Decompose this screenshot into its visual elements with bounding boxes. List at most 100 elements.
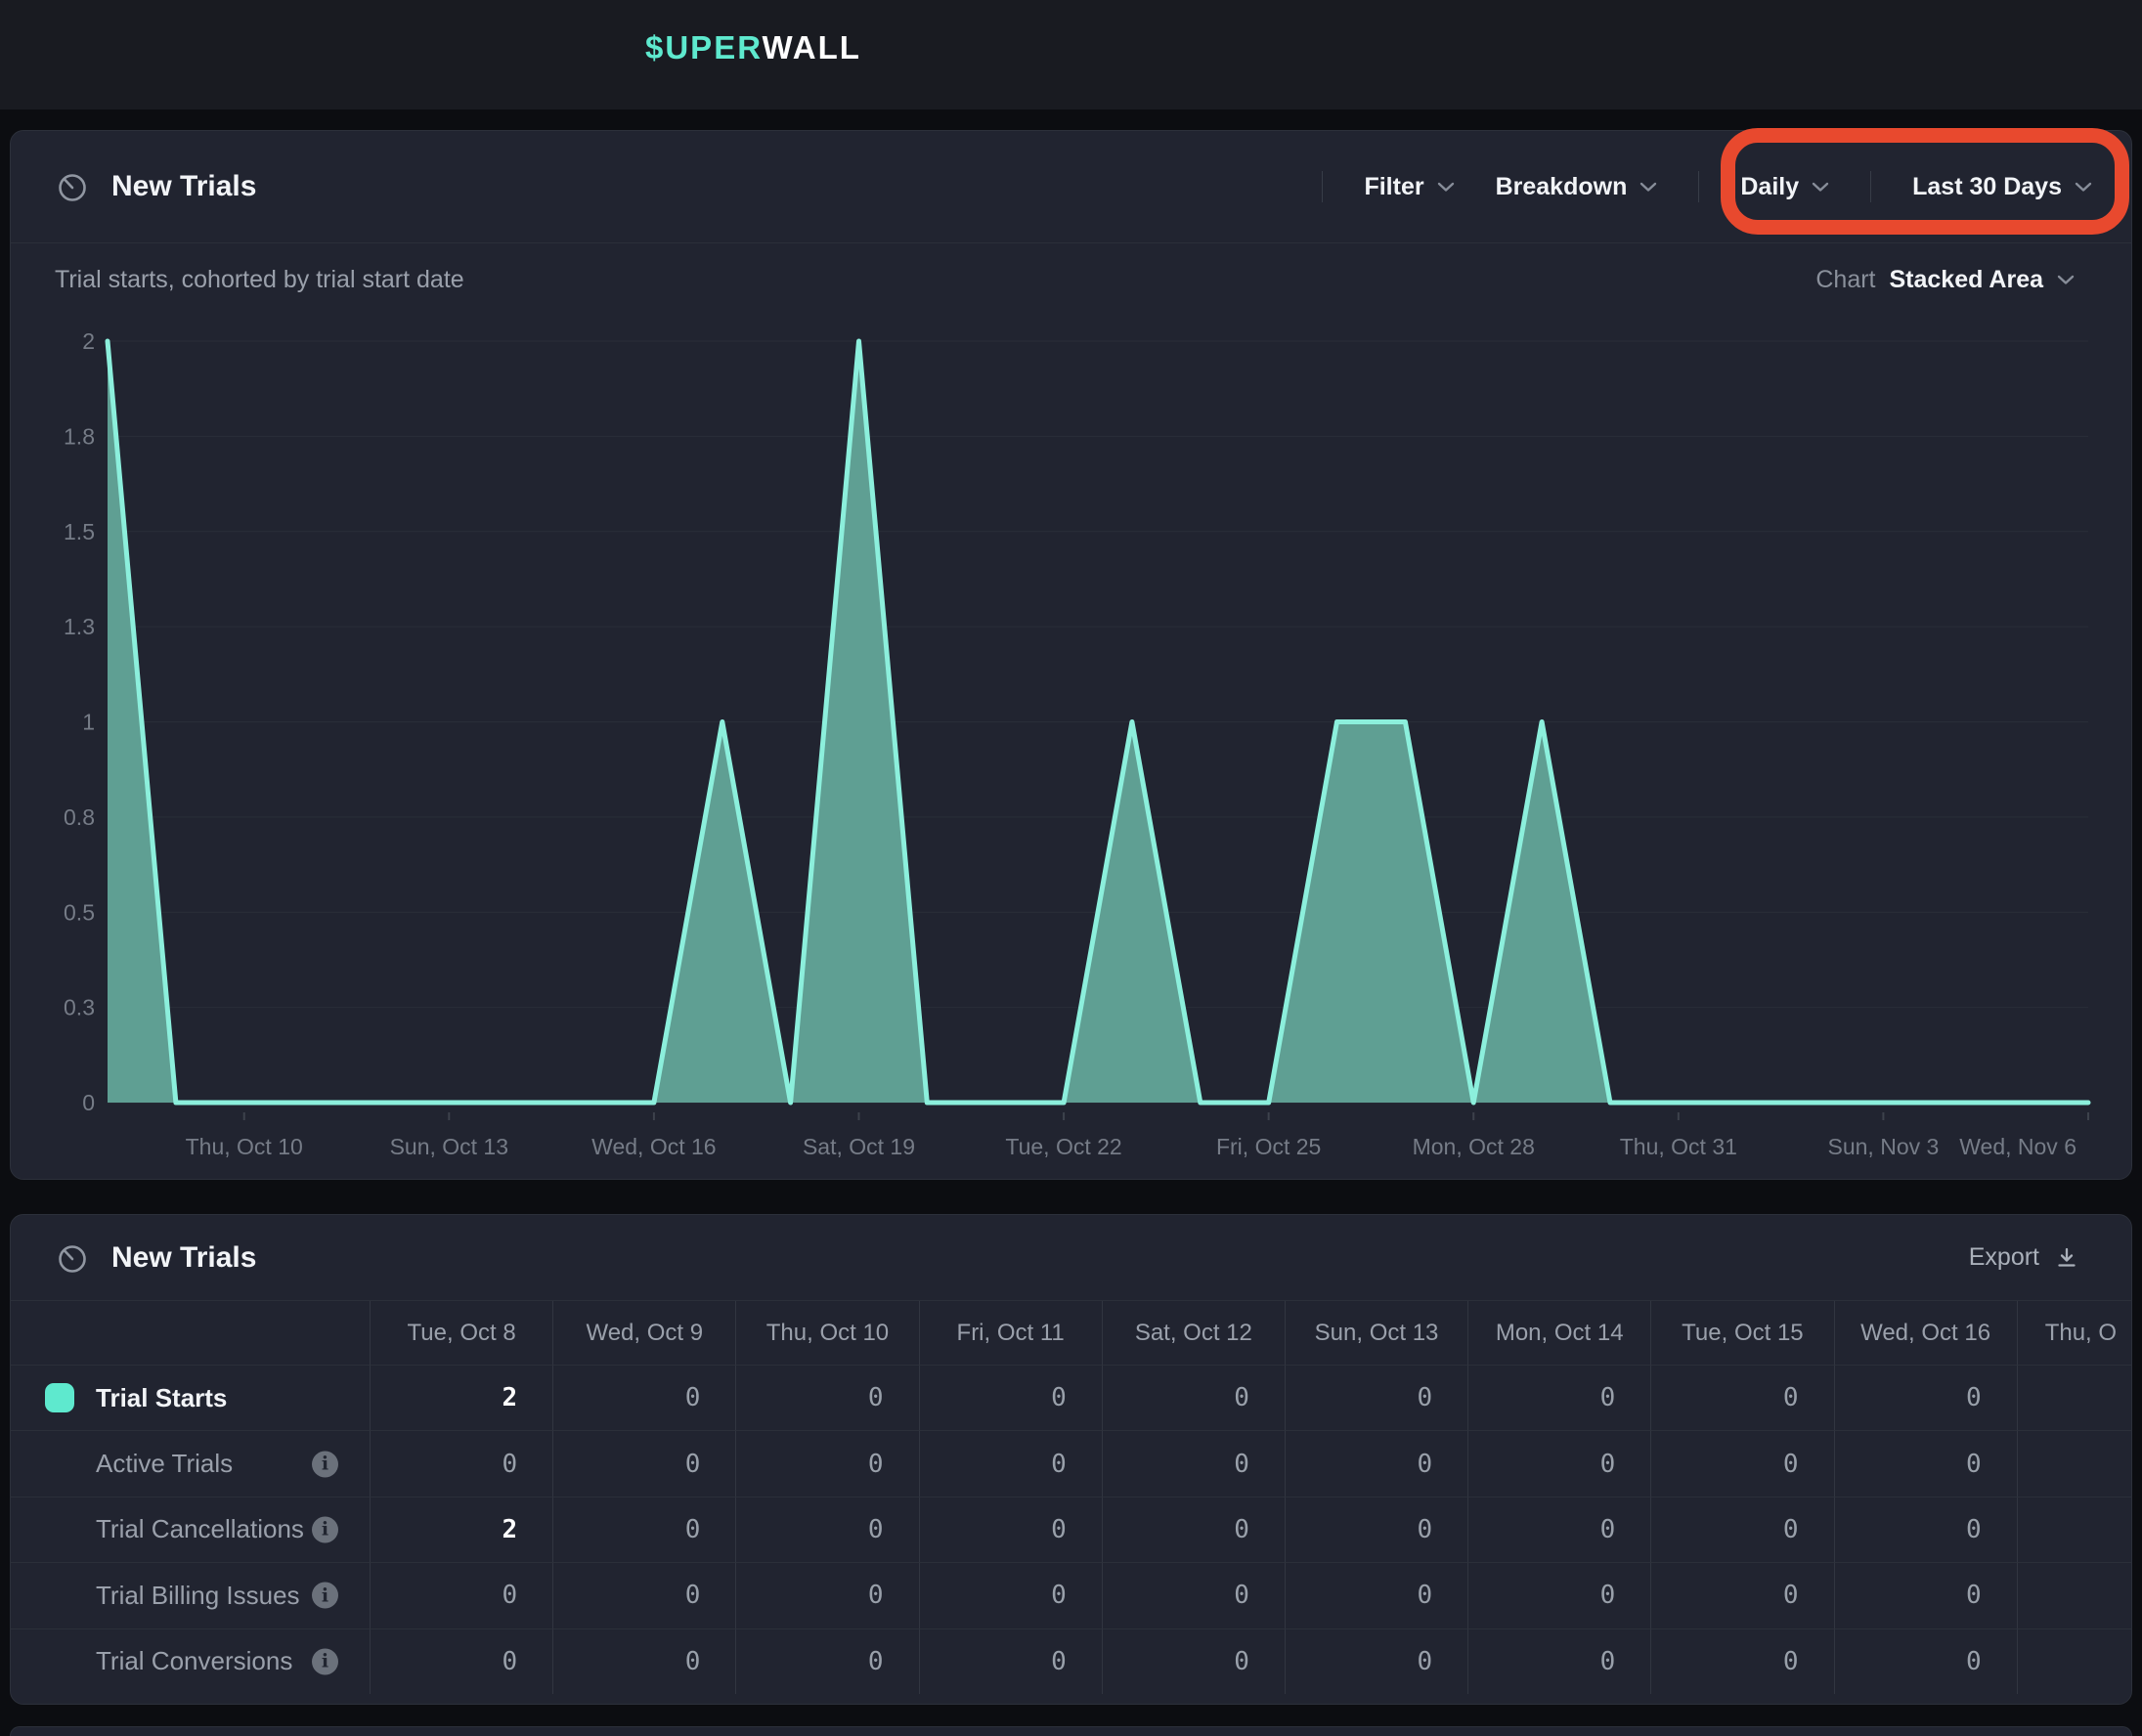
value-cell: 0 — [736, 1628, 919, 1694]
value-cell: 0 — [736, 1562, 919, 1628]
column-header: Tue, Oct 8 — [371, 1301, 553, 1365]
y-axis-label: 2 — [82, 328, 95, 354]
column-header: Tue, Oct 15 — [1651, 1301, 1834, 1365]
info-icon[interactable]: i — [312, 1451, 338, 1477]
export-label: Export — [1969, 1243, 2039, 1272]
value-cell: 0 — [1286, 1562, 1468, 1628]
chart-panel: New Trials Filter Breakdown Daily Last 3… — [10, 130, 2132, 1180]
value-cell-partial — [2018, 1562, 2131, 1628]
value-cell: 0 — [371, 1430, 553, 1496]
table-title-wrap: New Trials — [55, 1240, 256, 1276]
value-cell: 0 — [1103, 1497, 1286, 1562]
value-cell: 0 — [553, 1628, 736, 1694]
series-swatch — [45, 1383, 74, 1412]
row-label-active-trials: Active Trials i — [11, 1430, 371, 1496]
value-cell: 0 — [920, 1628, 1103, 1694]
row-label-trial-starts: Trial Starts — [11, 1365, 371, 1430]
column-header: Sun, Oct 13 — [1286, 1301, 1468, 1365]
column-header-partial: Thu, O — [2018, 1301, 2131, 1365]
y-axis-label: 0.5 — [64, 899, 95, 925]
value-cell-partial — [2018, 1430, 2131, 1496]
value-cell: 0 — [1286, 1430, 1468, 1496]
value-cell: 0 — [1835, 1628, 2018, 1694]
table-panel-title: New Trials — [111, 1241, 256, 1275]
value-cell: 0 — [371, 1562, 553, 1628]
y-axis-label: 1 — [82, 710, 95, 735]
trials-table: Tue, Oct 8Wed, Oct 9Thu, Oct 10Fri, Oct … — [11, 1301, 2131, 1694]
table-corner-cell — [11, 1301, 371, 1365]
column-header: Fri, Oct 11 — [920, 1301, 1103, 1365]
row-label-trial-billing-issues: Trial Billing Issues i — [11, 1562, 371, 1628]
value-cell: 0 — [1835, 1430, 2018, 1496]
column-header: Wed, Oct 9 — [553, 1301, 736, 1365]
info-icon[interactable]: i — [312, 1516, 338, 1542]
value-cell: 0 — [920, 1365, 1103, 1430]
x-axis-label: Fri, Oct 25 — [1216, 1134, 1321, 1159]
y-axis-label: 1.5 — [64, 519, 95, 544]
x-axis-label: Sun, Nov 3 — [1828, 1134, 1940, 1159]
table-panel: New Trials Export Tue, Oct 8Wed, Oct 9Th… — [10, 1214, 2132, 1705]
info-icon[interactable]: i — [312, 1583, 338, 1609]
value-cell: 0 — [920, 1497, 1103, 1562]
row-label-text: Trial Starts — [96, 1383, 227, 1413]
row-label-text: Trial Conversions — [96, 1646, 292, 1676]
x-axis-label: Thu, Oct 10 — [186, 1134, 303, 1159]
y-axis-label: 1.3 — [64, 614, 95, 639]
export-button[interactable]: Export — [1969, 1243, 2080, 1272]
value-cell: 0 — [1835, 1562, 2018, 1628]
value-cell: 0 — [1286, 1365, 1468, 1430]
value-cell: 0 — [1651, 1430, 1834, 1496]
value-cell: 0 — [553, 1365, 736, 1430]
column-header: Wed, Oct 16 — [1835, 1301, 2018, 1365]
value-cell: 0 — [736, 1430, 919, 1496]
value-cell: 0 — [920, 1430, 1103, 1496]
value-cell: 0 — [1468, 1562, 1651, 1628]
value-cell: 0 — [1103, 1628, 1286, 1694]
value-cell: 0 — [1286, 1628, 1468, 1694]
row-label-trial-conversions: Trial Conversions i — [11, 1628, 371, 1694]
value-cell: 0 — [553, 1430, 736, 1496]
next-panel-edge — [10, 1726, 2132, 1736]
x-axis-label: Tue, Oct 22 — [1005, 1134, 1121, 1159]
value-cell: 0 — [1103, 1430, 1286, 1496]
y-axis-label: 0 — [82, 1090, 95, 1115]
column-header: Thu, Oct 10 — [736, 1301, 919, 1365]
value-cell: 2 — [371, 1365, 553, 1430]
row-label-trial-cancellations: Trial Cancellations i — [11, 1497, 371, 1562]
value-cell: 0 — [1651, 1562, 1834, 1628]
x-axis-label: Wed, Nov 6 — [1959, 1134, 2076, 1159]
trials-area-chart[interactable]: 21.81.51.310.80.50.30Thu, Oct 10Sun, Oct… — [11, 131, 2133, 1181]
value-cell: 0 — [1468, 1365, 1651, 1430]
value-cell: 0 — [736, 1497, 919, 1562]
row-label-text: Active Trials — [96, 1449, 233, 1479]
value-cell: 0 — [1286, 1497, 1468, 1562]
column-header: Sat, Oct 12 — [1103, 1301, 1286, 1365]
x-axis-label: Sun, Oct 13 — [390, 1134, 508, 1159]
info-icon[interactable]: i — [312, 1648, 338, 1674]
column-header: Mon, Oct 14 — [1468, 1301, 1651, 1365]
app-logo: $UPERWALL — [645, 29, 861, 66]
value-cell-partial — [2018, 1628, 2131, 1694]
value-cell: 0 — [1103, 1562, 1286, 1628]
y-axis-label: 0.8 — [64, 804, 95, 830]
x-axis-label: Sat, Oct 19 — [803, 1134, 915, 1159]
top-bar: $UPERWALL — [0, 0, 2142, 109]
x-axis-label: Thu, Oct 31 — [1620, 1134, 1737, 1159]
value-cell: 0 — [371, 1628, 553, 1694]
table-panel-header: New Trials Export — [11, 1215, 2131, 1301]
app-logo-accent: $UPER — [645, 29, 762, 65]
value-cell: 0 — [1835, 1365, 2018, 1430]
value-cell: 0 — [1835, 1497, 2018, 1562]
value-cell: 0 — [1103, 1365, 1286, 1430]
value-cell: 2 — [371, 1497, 553, 1562]
app-logo-rest: WALL — [762, 29, 860, 65]
value-cell: 0 — [1651, 1628, 1834, 1694]
value-cell: 0 — [1468, 1628, 1651, 1694]
row-label-text: Trial Billing Issues — [96, 1581, 300, 1611]
value-cell: 0 — [553, 1562, 736, 1628]
value-cell: 0 — [1468, 1430, 1651, 1496]
row-label-text: Trial Cancellations — [96, 1514, 304, 1544]
value-cell-partial — [2018, 1497, 2131, 1562]
value-cell: 0 — [1651, 1497, 1834, 1562]
value-cell: 0 — [920, 1562, 1103, 1628]
